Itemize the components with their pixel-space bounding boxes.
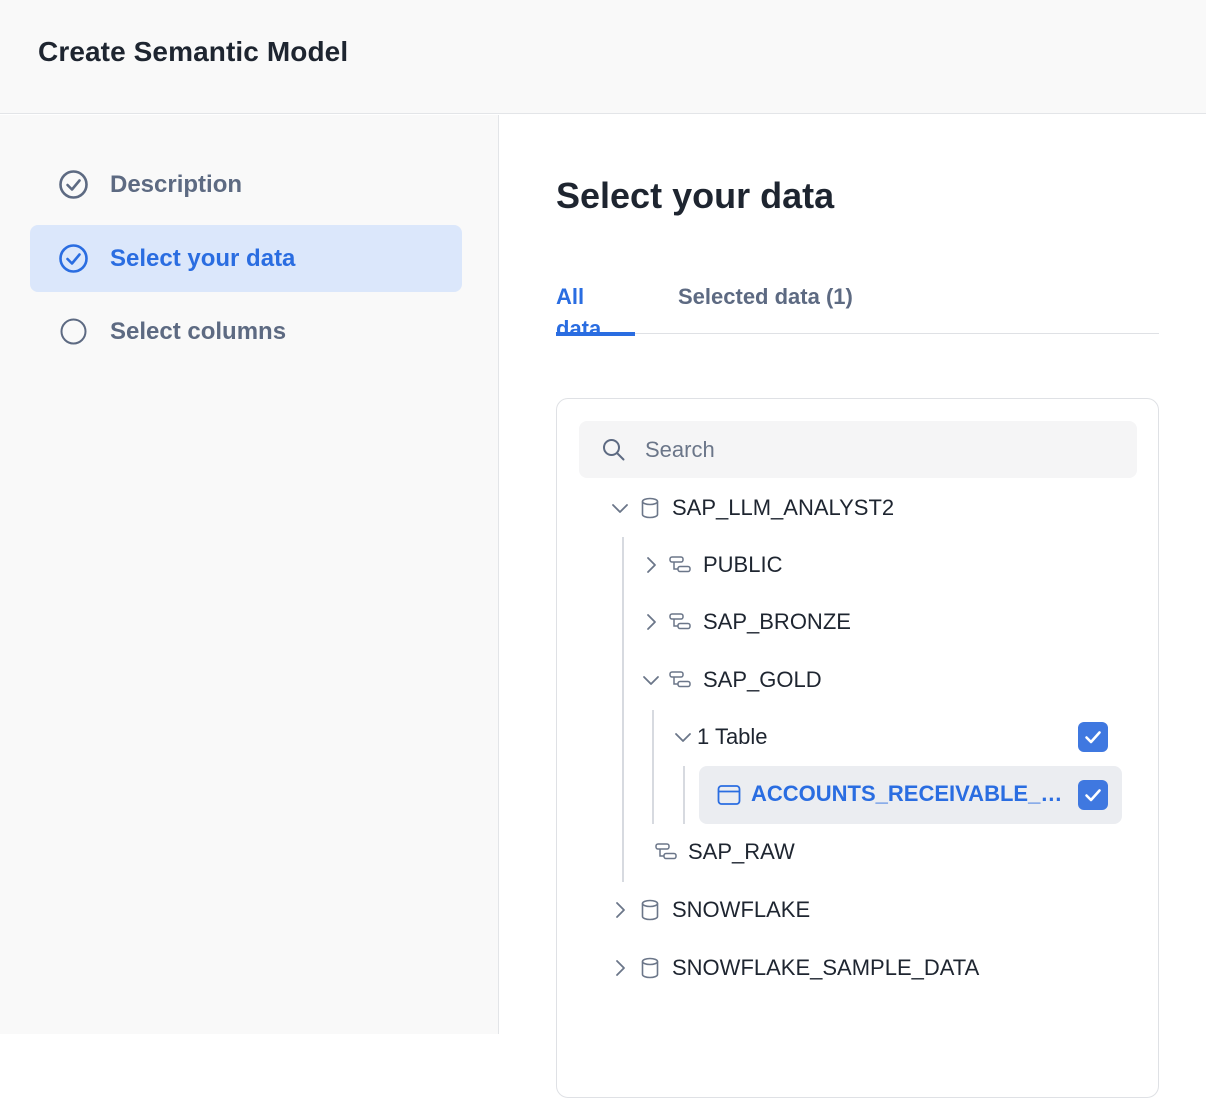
- chevron-right-icon[interactable]: [609, 899, 631, 921]
- chevron-down-icon[interactable]: [640, 669, 662, 691]
- chevron-down-icon[interactable]: [672, 726, 694, 748]
- chevron-right-icon[interactable]: [640, 554, 662, 576]
- tree-node-schema[interactable]: SAP_RAW: [654, 832, 1104, 872]
- node-label: SAP_LLM_ANALYST2: [672, 495, 895, 520]
- table-group-checkbox[interactable]: [1078, 722, 1108, 752]
- tree-guide-line: [683, 766, 685, 824]
- tree-node-schema[interactable]: SAP_BRONZE: [640, 602, 1110, 642]
- node-label: PUBLIC: [703, 552, 783, 577]
- schema-icon: [669, 671, 691, 688]
- data-browser-panel: SAP_LLM_ANALYST2 PUBLIC SAP_: [556, 398, 1159, 1098]
- chevron-right-icon[interactable]: [609, 957, 631, 979]
- schema-icon: [669, 613, 691, 630]
- page-title: Create Semantic Model: [38, 36, 349, 67]
- node-label: SNOWFLAKE: [672, 897, 811, 922]
- tab-selected-data[interactable]: Selected data (1): [678, 281, 853, 332]
- chevron-right-icon[interactable]: [640, 611, 662, 633]
- tree-node-table-selected[interactable]: ACCOUNTS_RECEIVABLE_M...: [699, 766, 1122, 824]
- schema-icon: [655, 843, 677, 860]
- step-label: Description: [110, 171, 243, 198]
- step-label: Select columns: [110, 318, 287, 345]
- tree-node-schema[interactable]: PUBLIC: [640, 545, 1110, 585]
- search-box: [579, 421, 1137, 478]
- step-description[interactable]: Description: [30, 151, 462, 218]
- checkmark-icon: [1085, 789, 1101, 802]
- section-title: Select your data: [556, 175, 835, 216]
- check-circle-icon: [59, 244, 88, 273]
- node-label: SAP_RAW: [688, 839, 795, 864]
- tree-node-schema[interactable]: SAP_GOLD: [640, 660, 1110, 700]
- search-input[interactable]: [643, 433, 1117, 467]
- step-select-columns[interactable]: Select columns: [30, 298, 462, 365]
- main-content: Select your data All data Selected data …: [499, 115, 1206, 1098]
- tree-node-table-group[interactable]: 1 Table: [672, 717, 1132, 757]
- empty-circle-icon: [60, 318, 87, 345]
- node-label: SAP_GOLD: [703, 667, 822, 692]
- tab-bar: All data Selected data (1): [556, 281, 1159, 341]
- header: Create Semantic Model: [0, 0, 1206, 114]
- tree-node-database[interactable]: SNOWFLAKE_SAMPLE_DATA: [609, 948, 1109, 988]
- node-label: SNOWFLAKE_SAMPLE_DATA: [672, 955, 980, 980]
- table-icon: [717, 785, 741, 805]
- check-circle-icon: [59, 170, 88, 199]
- database-icon: [641, 957, 659, 979]
- table-checkbox[interactable]: [1078, 780, 1108, 810]
- node-label: SAP_BRONZE: [703, 609, 851, 634]
- tree-node-database[interactable]: SAP_LLM_ANALYST2: [609, 488, 1109, 528]
- tree-guide-line: [622, 537, 624, 882]
- chevron-down-icon[interactable]: [609, 497, 631, 519]
- checkmark-icon: [1085, 731, 1101, 744]
- step-label: Select your data: [110, 245, 296, 272]
- tab-all-data[interactable]: All data: [556, 281, 635, 341]
- node-label: ACCOUNTS_RECEIVABLE_M...: [751, 781, 1069, 806]
- database-icon: [641, 497, 659, 519]
- tree-guide-line: [652, 710, 654, 824]
- node-label: 1 Table: [697, 724, 768, 749]
- sidebar: Description Select your data Select colu…: [0, 115, 499, 1034]
- tree-node-database[interactable]: SNOWFLAKE: [609, 890, 1109, 930]
- database-icon: [641, 899, 659, 921]
- schema-icon: [669, 556, 691, 573]
- step-select-data[interactable]: Select your data: [30, 225, 462, 292]
- search-icon: [603, 439, 625, 461]
